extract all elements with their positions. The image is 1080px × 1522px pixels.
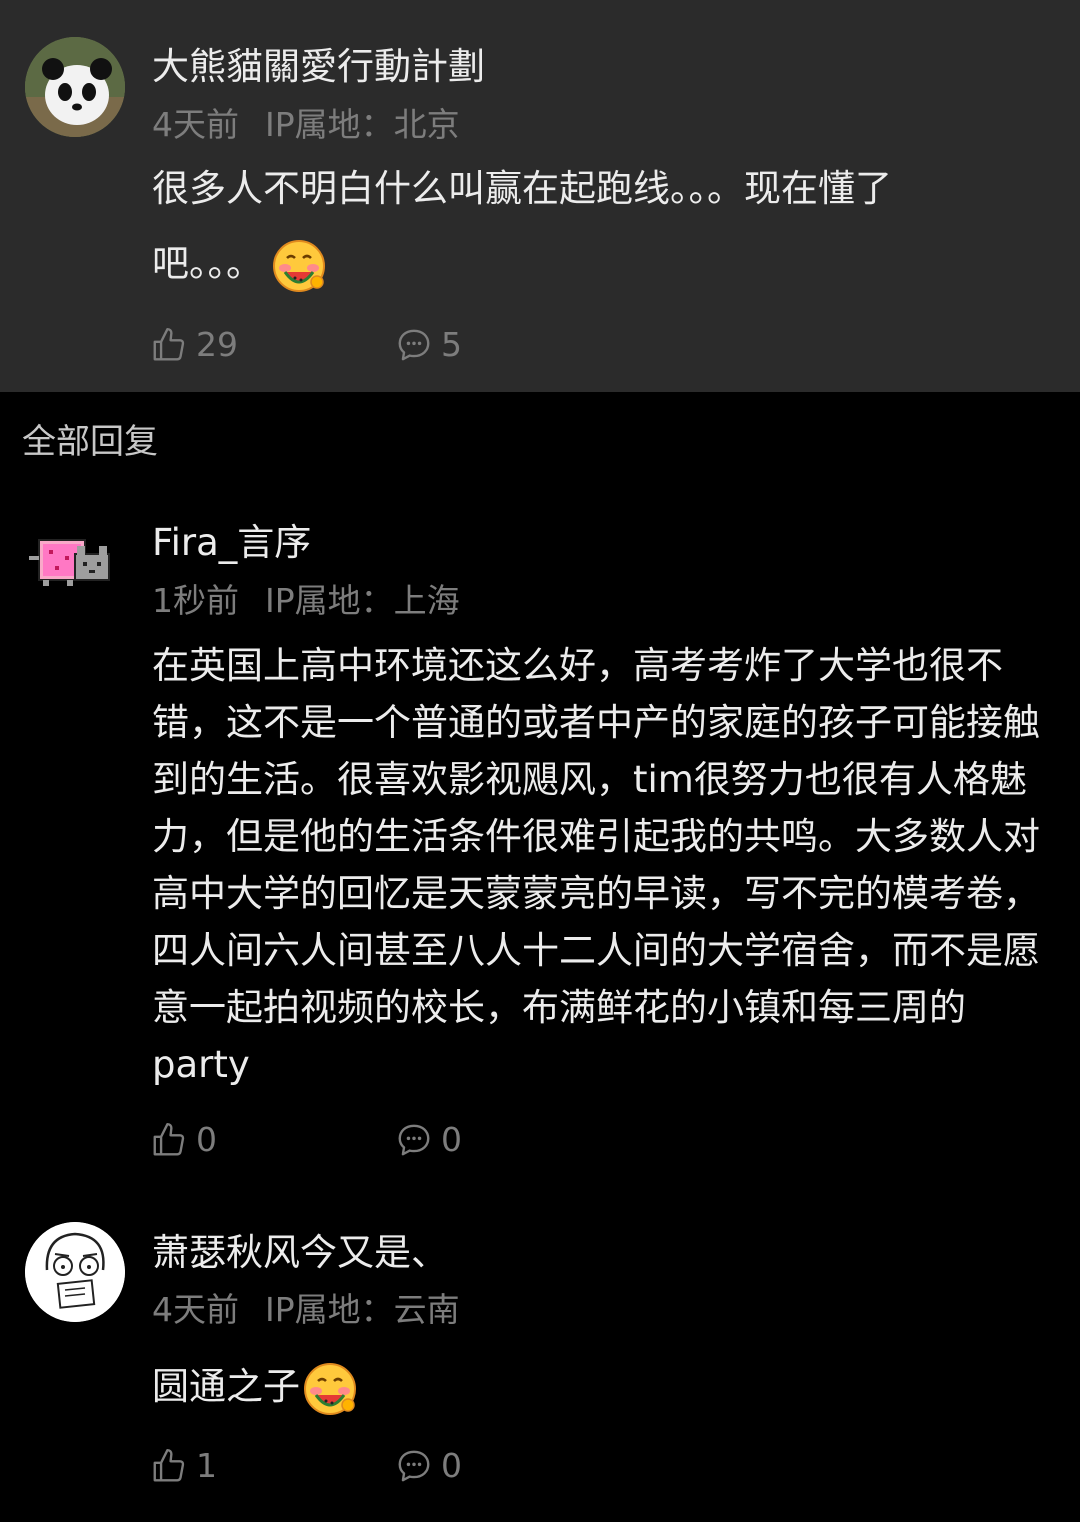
reply-count: 0	[441, 1120, 462, 1159]
parent-comment: 大熊貓關愛行動計劃 4天前 IP属地：北京 很多人不明白什么叫赢在起跑线。。。现在…	[0, 0, 1080, 392]
like-count: 0	[196, 1120, 217, 1159]
eating-watermelon-emoji-icon	[302, 1361, 358, 1417]
reply-count: 0	[441, 1446, 462, 1485]
ip-location: IP属地：云南	[265, 1290, 460, 1329]
chat-bubble-icon	[398, 329, 430, 360]
timestamp: 4天前	[152, 105, 239, 144]
thumbs-up-icon	[153, 327, 185, 360]
section-title: 全部回复	[22, 422, 158, 462]
username[interactable]: Fira_言序	[152, 512, 311, 566]
timestamp: 1秒前	[152, 581, 239, 620]
thumbs-up-icon	[153, 1448, 185, 1481]
comment-text-line: 很多人不明白什么叫赢在起跑线。。。现在懂了	[152, 167, 892, 210]
comment-text-tail: 吧。。。	[152, 242, 263, 285]
comment-meta: 1秒前 IP属地：上海	[152, 574, 460, 622]
like-button[interactable]: 29	[150, 325, 238, 364]
panda-avatar[interactable]	[25, 37, 125, 137]
timestamp: 4天前	[152, 1290, 239, 1329]
comment-text-line-2: 吧。。。	[152, 235, 1062, 294]
like-count: 1	[196, 1446, 217, 1485]
reply-count: 5	[441, 325, 462, 364]
like-button[interactable]: 1	[150, 1446, 217, 1485]
comment-meta: 4天前 IP属地：北京	[152, 98, 460, 146]
comment-text-body: 圆通之子	[152, 1365, 300, 1408]
username[interactable]: 萧瑟秋风今又是、	[152, 1222, 448, 1276]
like-button[interactable]: 0	[150, 1120, 217, 1159]
chat-bubble-icon	[398, 1124, 430, 1155]
like-count: 29	[196, 325, 238, 364]
thumbs-up-icon	[153, 1122, 185, 1155]
cartoon-face-avatar[interactable]	[25, 1222, 125, 1322]
ip-location: IP属地：上海	[265, 581, 460, 620]
comment-text: 很多人不明白什么叫赢在起跑线。。。现在懂了 吧。。。	[152, 160, 1062, 294]
chat-bubble-icon	[398, 1450, 430, 1481]
nyan-cat-avatar[interactable]	[25, 512, 125, 612]
reply-button[interactable]: 5	[395, 325, 462, 364]
username[interactable]: 大熊貓關愛行動計劃	[152, 36, 485, 90]
eating-watermelon-emoji-icon	[271, 238, 327, 294]
comment-meta: 4天前 IP属地：云南	[152, 1283, 460, 1331]
comment-text: 圆通之子	[152, 1358, 1062, 1417]
reply-button[interactable]: 0	[395, 1120, 462, 1159]
ip-location: IP属地：北京	[265, 105, 460, 144]
reply-button[interactable]: 0	[395, 1446, 462, 1485]
comment-text: 在英国上高中环境还这么好，高考考炸了大学也很不错，这不是一个普通的或者中产的家庭…	[152, 644, 1040, 1086]
